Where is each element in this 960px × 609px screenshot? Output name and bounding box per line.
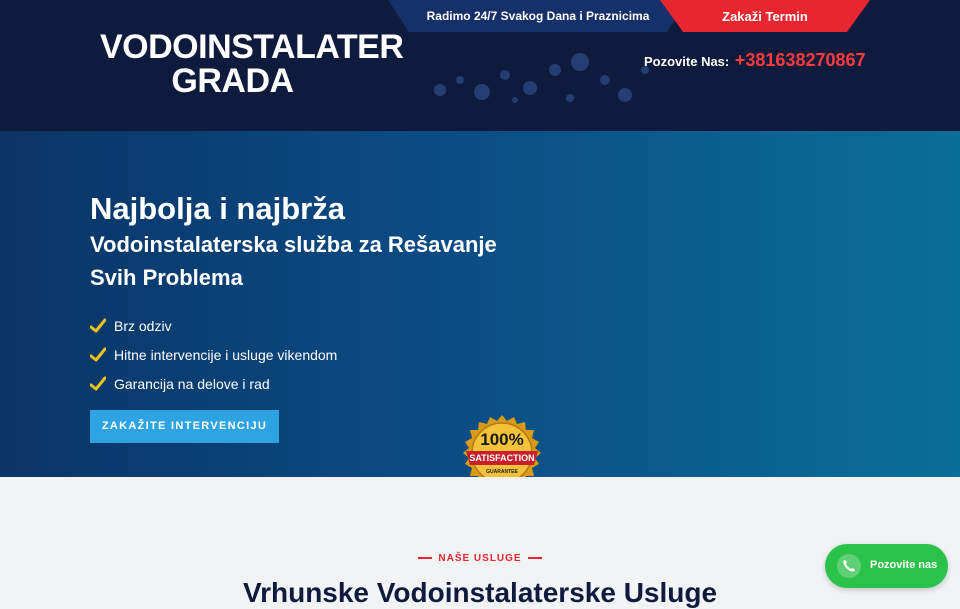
water-splash-decoration [434,53,649,103]
badge-percent: 100% [480,430,523,449]
schedule-appointment-label: Zakaži Termin [722,9,808,24]
topbar-text: Radimo 24/7 Svakog Dana i Praznicima [426,9,650,23]
feature-item: Hitne intervencije i usluge vikendom [90,340,337,369]
logo-line-1: VODOINSTALATER [100,28,404,66]
phone-link[interactable]: +381638270867 [735,50,866,70]
satisfaction-guarantee-badge: 100% SATISFACTION GUARANTEE [463,415,541,477]
services-eyebrow-label: NAŠE USLUGE [438,553,522,564]
schedule-appointment-button[interactable]: Zakaži Termin [660,0,870,32]
checkmark-icon [90,318,106,332]
eyebrow-dash [527,557,542,560]
feature-label: Brz odziv [114,317,172,334]
feature-label: Garancija na delove i rad [114,375,270,392]
checkmark-icon [90,347,106,361]
feature-item: Brz odziv [90,311,337,340]
badge-small: GUARANTEE [486,469,518,475]
checkmark-icon [90,376,106,390]
phone-icon [837,554,861,578]
feature-label: Hitne intervencije i usluge vikendom [114,346,338,363]
eyebrow-dash [418,557,433,560]
hero-subtitle: Vodoinstalaterska služba za Rešavanje Sv… [90,232,497,290]
floating-call-button[interactable]: Pozovite nas [825,544,948,588]
hero-section: Najbolja i najbrža Vodoinstalaterska slu… [0,131,960,477]
logo-line-2: GRADA [171,62,294,100]
schedule-intervention-button[interactable]: ZAKAŽITE INTERVENCIJU [90,410,279,443]
floating-call-label: Pozovite nas [870,559,938,571]
services-title: Vrhunske Vodoinstalaterske Usluge [242,577,718,608]
services-eyebrow: NAŠE USLUGE [0,553,960,564]
call-label: Pozovite Nas: [644,54,730,69]
site-header: VODOINSTALATER GRADA Radimo 24/7 Svakog … [0,0,960,131]
site-logo[interactable]: VODOINSTALATER GRADA [100,28,404,100]
feature-list: Brz odziv Hitne intervencije i usluge vi… [90,311,337,398]
hero-title: Najbolja i najbrža [90,191,345,226]
badge-band: SATISFACTION [469,453,534,463]
feature-item: Garancija na delove i rad [90,369,337,398]
header-phone: Pozovite Nas: +381638270867 [644,50,866,71]
